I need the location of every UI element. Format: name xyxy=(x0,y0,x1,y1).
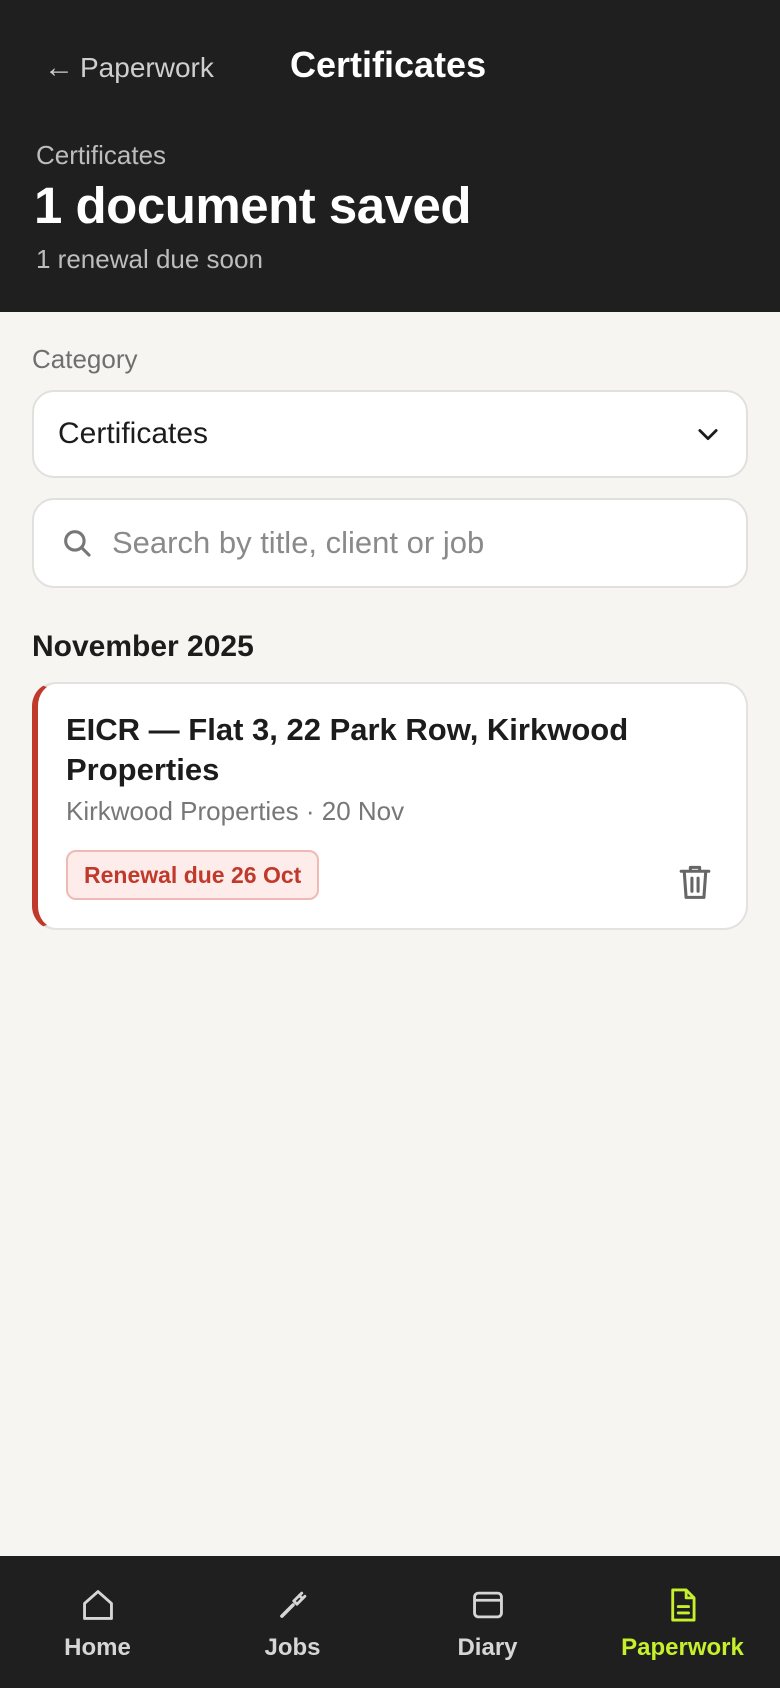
nav-item-jobs[interactable]: Jobs xyxy=(195,1556,390,1688)
category-select-value: Certificates xyxy=(58,417,209,450)
home-icon xyxy=(82,1590,113,1620)
nav-label-paperwork: Paperwork xyxy=(621,1634,744,1661)
top-bar: ← Paperwork Certificates xyxy=(0,0,780,134)
search-icon xyxy=(64,530,91,557)
wrench-icon xyxy=(279,1591,306,1618)
summary-eyebrow: Certificates xyxy=(36,140,167,170)
document-title: EICR — Flat 3, 22 Park Row, Kirkwood Pro… xyxy=(66,712,629,787)
section-title: November 2025 xyxy=(32,630,254,663)
category-select[interactable]: Certificates xyxy=(32,390,748,478)
search-input[interactable] xyxy=(112,525,720,561)
document-card[interactable]: EICR — Flat 3, 22 Park Row, Kirkwood Pro… xyxy=(32,682,748,930)
page-title: Certificates xyxy=(290,44,487,85)
calendar-icon xyxy=(472,1591,503,1619)
renewal-badge: Renewal due 26 Oct xyxy=(66,850,320,900)
back-link-label: Paperwork xyxy=(80,52,214,83)
chevron-down-icon xyxy=(698,429,718,441)
trash-icon[interactable] xyxy=(676,862,714,902)
certificates-screen: ← Paperwork Certificates Certificates 1 … xyxy=(0,0,780,1688)
summary-subline: 1 renewal due soon xyxy=(36,244,263,274)
bottom-nav: Home Jobs Diary Paperwork xyxy=(0,1556,780,1688)
category-label: Category xyxy=(32,344,138,374)
document-icon xyxy=(670,1588,696,1622)
back-to-paperwork-link[interactable]: ← Paperwork xyxy=(44,48,214,88)
nav-item-diary[interactable]: Diary xyxy=(390,1556,585,1688)
nav-item-home[interactable]: Home xyxy=(0,1556,195,1688)
summary-headline: 1 document saved xyxy=(34,177,471,234)
back-arrow-icon: ← xyxy=(44,51,74,84)
nav-label-jobs: Jobs xyxy=(264,1634,321,1661)
nav-item-paperwork[interactable]: Paperwork xyxy=(585,1556,780,1688)
nav-label-diary: Diary xyxy=(457,1634,518,1661)
header: ← Paperwork Certificates Certificates 1 … xyxy=(0,0,780,312)
search-box xyxy=(32,498,748,588)
nav-label-home: Home xyxy=(64,1634,131,1661)
document-meta: Kirkwood Properties · 20 Nov xyxy=(66,796,405,826)
